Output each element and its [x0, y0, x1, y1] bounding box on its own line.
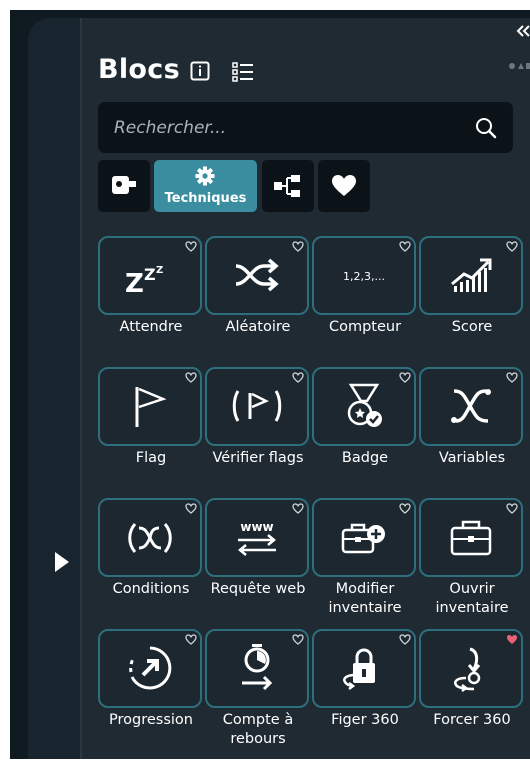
svg-text:Z: Z — [156, 265, 163, 276]
favorite-heart-icon[interactable] — [292, 241, 304, 252]
left-rail — [28, 18, 82, 759]
web-request-icon: www — [238, 520, 276, 556]
force-360-icon — [454, 647, 481, 692]
block-tile[interactable]: Z Z Z — [98, 236, 202, 315]
counter-glyph-text: 1,2,3,... — [343, 270, 385, 283]
block-label: Compte à rebours — [222, 712, 294, 747]
block-label: Variables — [438, 450, 506, 466]
favorite-heart-icon[interactable] — [185, 372, 197, 383]
favorite-heart-icon[interactable] — [399, 372, 411, 383]
block-label: Forcer 360 — [433, 712, 511, 728]
collapse-double-chevron-icon[interactable] — [516, 24, 530, 38]
panel-title: Blocs — [98, 54, 180, 85]
block-tile[interactable] — [205, 367, 309, 446]
list-view-icon[interactable] — [232, 61, 254, 83]
gear-icon — [195, 166, 215, 186]
hierarchy-icon — [274, 175, 300, 197]
favorite-heart-icon[interactable] — [185, 634, 197, 645]
tab-robot[interactable] — [98, 160, 150, 212]
search-input[interactable] — [98, 102, 444, 153]
block-tile[interactable] — [98, 498, 202, 577]
favorite-heart-icon[interactable] — [506, 372, 518, 383]
stopwatch-icon — [242, 644, 273, 691]
search-bar — [98, 102, 513, 153]
block-tile[interactable]: 1,2,3,... — [312, 236, 416, 315]
favorite-heart-icon[interactable] — [399, 503, 411, 514]
favorite-heart-icon[interactable] — [506, 241, 518, 252]
briefcase-icon — [450, 520, 492, 556]
block-tile[interactable] — [419, 498, 523, 577]
block-label: Modifier inventaire — [328, 581, 402, 616]
score-chart-icon — [451, 258, 492, 292]
variable-x-icon — [451, 389, 491, 423]
block-label: Flag — [135, 450, 167, 466]
svg-text:Z: Z — [125, 269, 144, 299]
block-label: Conditions — [112, 581, 190, 597]
block-label: Vérifier flags — [212, 450, 304, 466]
block-tile[interactable] — [419, 629, 523, 708]
block-tile[interactable] — [312, 498, 416, 577]
sleep-zzz-icon: Z Z Z — [125, 265, 163, 299]
robot-icon — [112, 176, 136, 194]
info-icon[interactable] — [190, 61, 210, 81]
counter-icon: 1,2,3,... — [343, 270, 385, 283]
app-frame: Blocs Rechercher... Techniques Z Z Z Att… — [10, 10, 530, 759]
block-label: Score — [451, 319, 493, 335]
shuffle-icon — [235, 258, 279, 292]
tab-hierarchy[interactable] — [262, 160, 314, 212]
svg-text:Z: Z — [144, 265, 156, 284]
block-tile[interactable] — [312, 629, 416, 708]
block-label: Figer 360 — [331, 712, 399, 728]
favorite-heart-icon[interactable] — [292, 634, 304, 645]
briefcase-add-icon — [341, 523, 385, 554]
block-label: Requête web — [210, 581, 306, 597]
favorite-heart-icon[interactable] — [399, 241, 411, 252]
block-label: Aléatoire — [225, 319, 291, 335]
favorite-heart-icon[interactable] — [185, 241, 197, 252]
blocks-panel: Blocs Rechercher... Techniques Z Z Z Att… — [82, 18, 530, 759]
block-tile[interactable] — [205, 236, 309, 315]
favorite-heart-icon[interactable] — [292, 372, 304, 383]
tab-techniques[interactable]: Techniques — [154, 160, 257, 212]
tab-techniques-label: Techniques — [164, 191, 247, 206]
block-label: Badge — [341, 450, 389, 466]
block-tile[interactable] — [312, 367, 416, 446]
heart-icon — [332, 175, 356, 196]
block-tile[interactable] — [98, 367, 202, 446]
condition-x-icon — [128, 523, 172, 553]
block-label: Progression — [109, 712, 193, 728]
favorite-heart-icon[interactable] — [185, 503, 197, 514]
block-tile[interactable] — [419, 236, 523, 315]
block-tile[interactable] — [419, 367, 523, 446]
block-label: Ouvrir inventaire — [435, 581, 509, 616]
search-icon[interactable] — [475, 117, 497, 139]
block-label: Compteur — [328, 319, 402, 335]
lock-360-icon — [343, 648, 375, 690]
favorite-heart-icon[interactable] — [506, 503, 518, 514]
web-glyph-text: www — [240, 520, 273, 534]
block-label: Attendre — [119, 319, 183, 335]
badge-medal-icon — [347, 383, 382, 427]
block-tile[interactable] — [205, 629, 309, 708]
expand-play-button[interactable] — [50, 550, 74, 574]
block-tile[interactable]: www — [205, 498, 309, 577]
panel-decor-icon — [509, 63, 530, 69]
tab-favorites[interactable] — [318, 160, 370, 212]
block-tile[interactable] — [98, 629, 202, 708]
progress-arrow-icon — [129, 646, 172, 690]
check-flag-icon — [232, 390, 282, 422]
flag-icon — [135, 387, 167, 427]
favorite-heart-icon[interactable] — [292, 503, 304, 514]
favorite-heart-icon[interactable] — [399, 634, 411, 645]
favorite-heart-filled-icon[interactable] — [506, 634, 518, 645]
